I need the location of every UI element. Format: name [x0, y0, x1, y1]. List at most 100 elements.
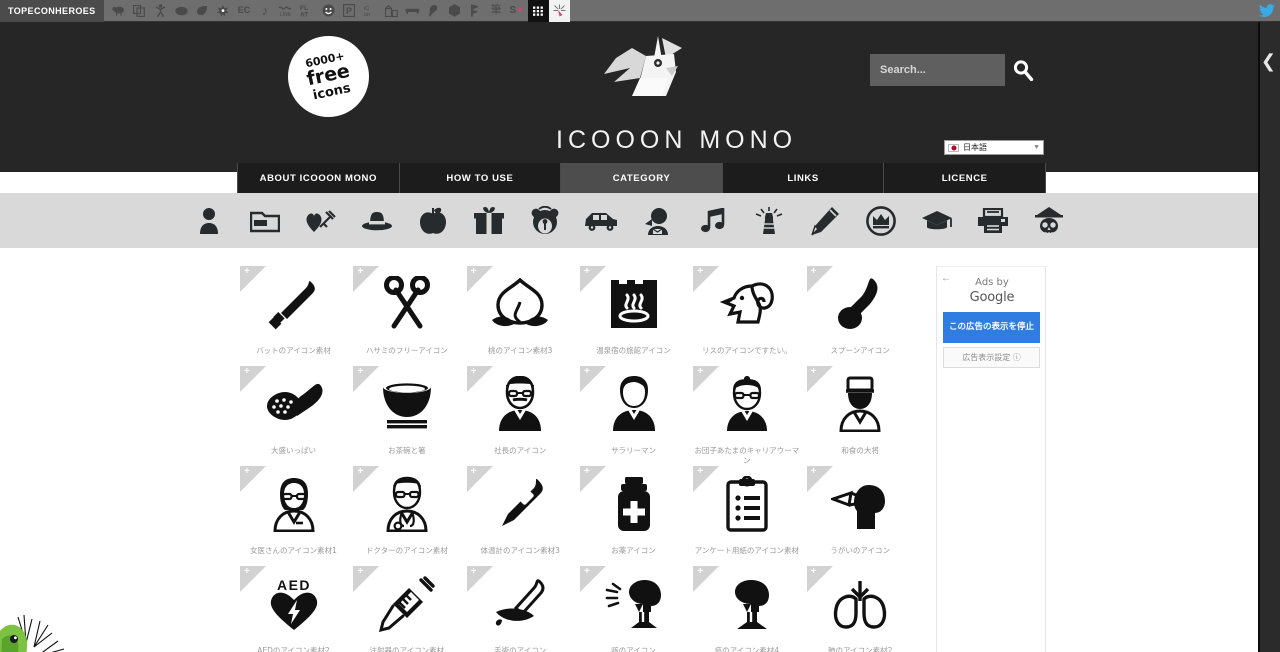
icon-label[interactable]: アンケート用紙のアイコン素材	[693, 546, 800, 556]
category-music-note-icon[interactable]	[696, 204, 730, 238]
category-bear-icon[interactable]	[528, 204, 562, 238]
building-icon[interactable]	[381, 0, 402, 22]
flag-icon[interactable]	[465, 0, 486, 22]
category-graduation-cap-icon[interactable]	[920, 204, 954, 238]
icon-thumbnail[interactable]: +	[806, 366, 914, 442]
icon-label[interactable]: サラリーマン	[580, 446, 687, 456]
icon-thumbnail[interactable]: +	[466, 466, 574, 542]
add-to-cart-corner[interactable]	[240, 366, 266, 392]
blob-icon[interactable]	[171, 0, 192, 22]
add-to-cart-corner[interactable]	[466, 266, 493, 292]
add-to-cart-corner[interactable]	[693, 366, 720, 392]
icon-thumbnail[interactable]: +	[580, 366, 687, 442]
icon-label[interactable]: リスのアイコンですたい。	[693, 346, 800, 356]
unicorn-logo-icon[interactable]	[596, 34, 688, 100]
add-to-cart-corner[interactable]	[580, 566, 606, 592]
search-button[interactable]	[1005, 54, 1041, 86]
category-printer-icon[interactable]	[976, 204, 1010, 238]
icon-label[interactable]: お団子あたまのキャリアウーマン	[693, 446, 800, 466]
nav-item-how-to-use[interactable]: HOW TO USE	[399, 163, 562, 193]
smiley-icon[interactable]	[318, 0, 339, 22]
icon-thumbnail[interactable]: +	[466, 566, 574, 642]
category-gift-icon[interactable]	[472, 204, 506, 238]
icon-label[interactable]: お薬アイコン	[580, 546, 687, 556]
flat-icon[interactable]: FL AT	[297, 0, 318, 22]
nav-item-about[interactable]: ABOUT ICOOON MONO	[238, 163, 400, 193]
icon-thumbnail[interactable]: +	[353, 366, 461, 442]
add-to-cart-corner[interactable]	[353, 366, 380, 392]
icon-label[interactable]: 手術のアイコン	[467, 646, 574, 652]
add-to-cart-corner[interactable]	[240, 566, 266, 592]
bird-icon[interactable]	[423, 0, 444, 22]
add-to-cart-corner[interactable]	[353, 566, 380, 592]
add-to-cart-corner[interactable]	[240, 466, 266, 492]
add-to-cart-corner[interactable]	[466, 466, 493, 492]
icon-thumbnail[interactable]: +	[353, 266, 461, 342]
icon-thumbnail[interactable]: +	[806, 466, 914, 542]
add-to-cart-corner[interactable]	[806, 466, 833, 492]
flower-icon[interactable]	[213, 0, 234, 22]
icon-thumbnail[interactable]: +	[693, 466, 801, 542]
icon-label[interactable]: 大盛いっぱい	[240, 446, 347, 456]
sofa-icon[interactable]	[402, 0, 423, 22]
category-apple-icon[interactable]	[416, 204, 450, 238]
icon-icon[interactable]: iC on	[360, 0, 381, 22]
category-pencil-icon[interactable]	[808, 204, 842, 238]
icon-label[interactable]: ハサミのフリーアイコン	[353, 346, 460, 356]
add-to-cart-corner[interactable]	[806, 366, 833, 392]
icon-label[interactable]: お茶碗と箸	[353, 446, 460, 456]
nav-item-category[interactable]: CATEGORY	[561, 163, 723, 193]
icon-label[interactable]: 温泉宿の旅館アイコン	[580, 346, 687, 356]
icon-label[interactable]: ドクターのアイコン素材	[353, 546, 460, 556]
language-select[interactable]: 日本語 ▼	[944, 140, 1044, 155]
add-to-cart-corner[interactable]	[693, 266, 720, 292]
icon-thumbnail[interactable]: +	[353, 566, 461, 642]
hex-icon[interactable]	[444, 0, 465, 22]
person-cheer-icon[interactable]	[150, 0, 171, 22]
icon-thumbnail[interactable]: +	[580, 566, 687, 642]
line-icon[interactable]: LINE	[276, 0, 297, 22]
nav-item-links[interactable]: LINKS	[722, 163, 885, 193]
parking-icon[interactable]: P	[339, 0, 360, 22]
twitter-icon[interactable]	[1258, 2, 1276, 20]
music-note-icon[interactable]: ♪	[255, 0, 276, 22]
category-hat-icon[interactable]	[360, 204, 394, 238]
icon-thumbnail[interactable]: +	[240, 266, 347, 342]
icon-thumbnail[interactable]: +	[353, 466, 461, 542]
icon-thumbnail[interactable]: +	[240, 366, 347, 442]
add-to-cart-corner[interactable]	[240, 266, 266, 292]
icon-label[interactable]: 桃のアイコン素材3	[467, 346, 574, 356]
icon-thumbnail[interactable]: +	[806, 266, 914, 342]
category-folder-icon[interactable]	[248, 204, 282, 238]
icon-thumbnail[interactable]: +	[693, 566, 801, 642]
stop-ad-button[interactable]: この広告の表示を停止	[943, 312, 1040, 343]
icon-label[interactable]: AEDのアイコン素材2	[240, 646, 347, 652]
ec-icon[interactable]: EC	[234, 0, 255, 22]
icon-label[interactable]: 女医さんのアイコン素材1	[240, 546, 347, 556]
icon-label[interactable]: 体温計のアイコン素材3	[467, 546, 574, 556]
icon-thumbnail[interactable]: +	[466, 266, 574, 342]
icon-label[interactable]: 肺のアイコン素材2	[807, 646, 914, 652]
add-to-cart-corner[interactable]	[466, 366, 493, 392]
icon-thumbnail[interactable]: +	[693, 366, 801, 442]
add-to-cart-corner[interactable]	[466, 566, 493, 592]
search-input[interactable]	[870, 54, 1005, 86]
icon-label[interactable]: 社長のアイコン	[467, 446, 574, 456]
copy-icon[interactable]	[129, 0, 150, 22]
icon-thumbnail[interactable]: +	[580, 466, 687, 542]
add-to-cart-corner[interactable]	[693, 566, 720, 592]
add-to-cart-corner[interactable]	[693, 466, 720, 492]
icon-label[interactable]: 注射器のアイコン素材	[353, 646, 460, 652]
topbar-brand[interactable]: TOPECONHEROES	[0, 0, 104, 22]
sheep-icon[interactable]	[108, 0, 129, 22]
add-to-cart-corner[interactable]	[580, 266, 606, 292]
icon-thumbnail[interactable]: +	[466, 366, 574, 442]
category-speech-person-icon[interactable]	[640, 204, 674, 238]
icon-label[interactable]: 和食の大将	[807, 446, 914, 456]
icon-thumbnail[interactable]: + AED	[240, 566, 347, 642]
ad-settings-button[interactable]: 広告表示設定 ⓘ	[943, 347, 1040, 368]
add-to-cart-corner[interactable]	[806, 566, 833, 592]
category-lighthouse-icon[interactable]	[752, 204, 786, 238]
icon-thumbnail[interactable]: +	[693, 266, 801, 342]
add-to-cart-corner[interactable]	[580, 366, 606, 392]
